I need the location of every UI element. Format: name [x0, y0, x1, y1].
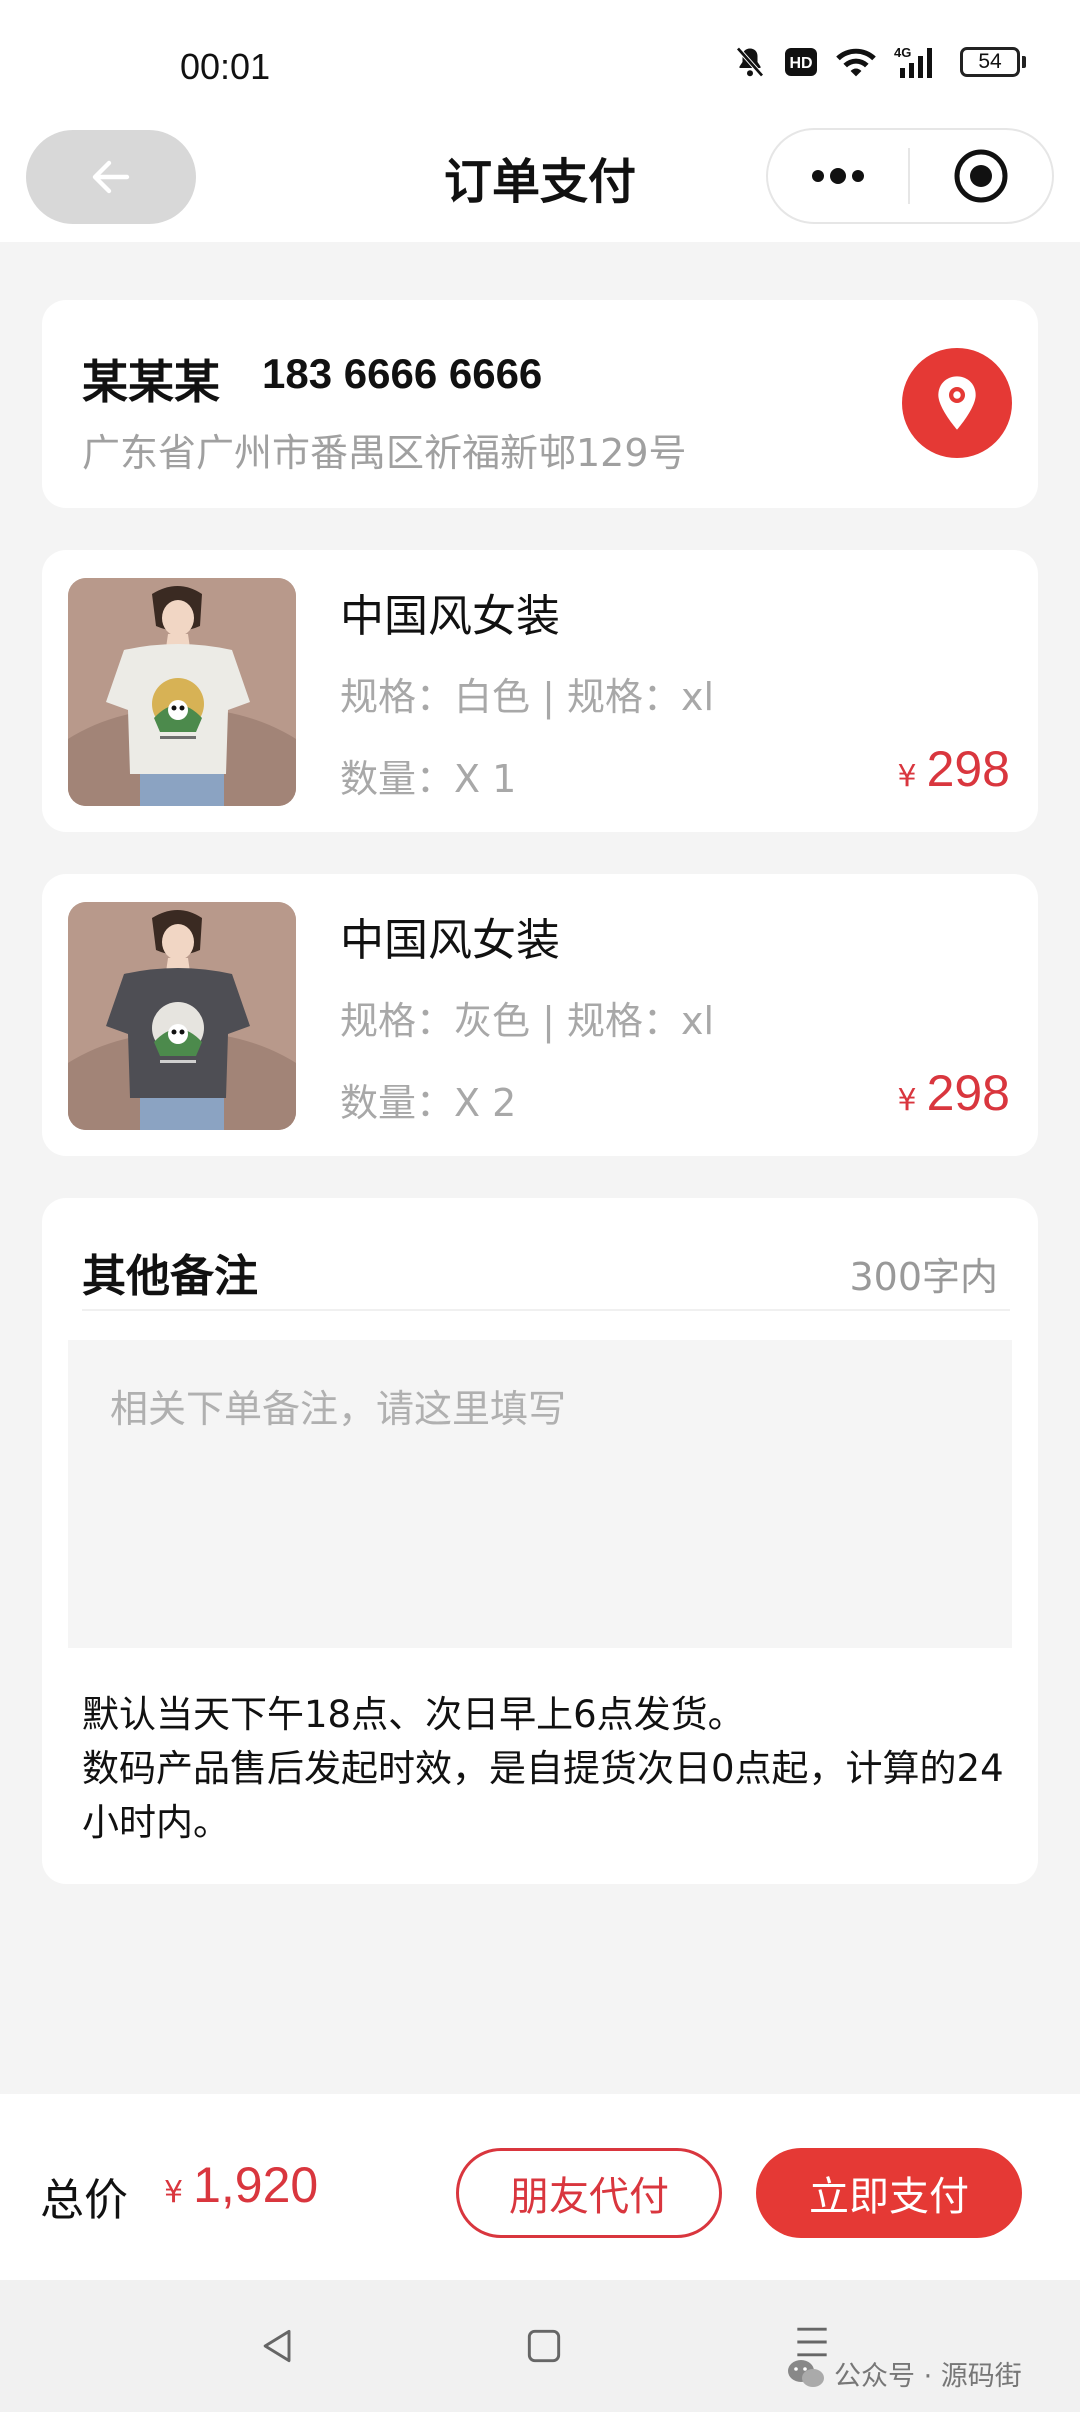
pay-now-button[interactable]: 立即支付 [756, 2148, 1022, 2238]
currency-symbol: ¥ [897, 1083, 917, 1118]
battery-tip [1022, 56, 1026, 68]
total-label: 总价 [40, 2175, 128, 2226]
product-quantity: 数量：X 1 [340, 757, 517, 801]
more-button[interactable] [768, 130, 908, 222]
target-circle-icon [954, 149, 1008, 203]
product-price: ¥ 298 [897, 740, 1010, 798]
remark-input[interactable] [68, 1340, 1012, 1648]
shipping-notice: 默认当天下午18点、次日早上6点发货。 数码产品售后发起时效，是自提货次日0点起… [82, 1688, 1012, 1850]
address-detail: 广东省广州市番禺区祈福新邨129号 [82, 431, 687, 475]
product-image [68, 902, 296, 1130]
status-bar: 00:01 HD 4G 54 [0, 0, 1080, 120]
product-spec: 规格：白色 | 规格：xl [340, 675, 715, 719]
mute-bell-icon [732, 44, 768, 80]
wifi-icon [834, 44, 878, 80]
more-dots-icon [812, 168, 864, 184]
notice-line: 默认当天下午18点、次日早上6点发货。 [82, 1693, 745, 1736]
price-value: 298 [926, 1065, 1010, 1121]
price-value: 298 [926, 741, 1010, 797]
total-value: 1,920 [193, 2157, 319, 2213]
checkout-bar: 总价 ¥ 1,920 朋友代付 立即支付 [0, 2094, 1080, 2280]
product-image [68, 578, 296, 806]
cellular-signal-icon: 4G [894, 44, 944, 80]
currency-symbol: ¥ [164, 2175, 184, 2210]
recipient-name: 某某某 [82, 355, 220, 409]
navbar: 订单支付 [0, 120, 1080, 242]
product-title: 中国风女装 [340, 591, 560, 642]
product-card[interactable]: 中国风女装 规格：灰色 | 规格：xl 数量：X 2 ¥ 298 [42, 874, 1038, 1156]
remark-char-limit: 300字内 [849, 1255, 998, 1299]
status-time: 00:01 [180, 46, 271, 87]
back-button[interactable] [26, 130, 196, 224]
address-card[interactable]: 某某某 183 6666 6666 广东省广州市番禺区祈福新邨129号 [42, 300, 1038, 508]
back-triangle-icon[interactable] [256, 2324, 300, 2372]
battery-level: 54 [960, 47, 1020, 77]
remark-card: 其他备注 300字内 默认当天下午18点、次日早上6点发货。 数码产品售后发起时… [42, 1198, 1038, 1884]
home-square-icon[interactable] [522, 2324, 566, 2372]
watermark: 公众号 · 源码街 [786, 2354, 1022, 2393]
remark-title: 其他备注 [82, 1251, 258, 1302]
divider [82, 1309, 1010, 1311]
product-card[interactable]: 中国风女装 规格：白色 | 规格：xl 数量：X 1 ¥ 298 [42, 550, 1038, 832]
product-quantity: 数量：X 2 [340, 1081, 517, 1125]
total-price: ¥ 1,920 [164, 2156, 318, 2214]
currency-symbol: ¥ [897, 759, 917, 794]
svg-text:4G: 4G [894, 45, 911, 60]
status-icons: HD 4G 54 [732, 44, 1026, 80]
recipient-phone: 183 6666 6666 [262, 350, 543, 397]
battery-icon: 54 [960, 47, 1026, 77]
location-pin-icon [938, 376, 976, 430]
wechat-icon [788, 2359, 824, 2387]
arrow-left-icon [92, 160, 130, 194]
notice-line: 数码产品售后发起时效，是自提货次日0点起，计算的24小时内。 [82, 1747, 1004, 1844]
select-address-button[interactable] [902, 348, 1012, 458]
watermark-text: 公众号 · 源码街 [834, 2361, 1022, 2392]
svg-text:HD: HD [789, 55, 812, 72]
product-spec: 规格：灰色 | 规格：xl [340, 999, 715, 1043]
product-price: ¥ 298 [897, 1064, 1010, 1122]
close-miniprogram-button[interactable] [910, 130, 1052, 222]
miniprogram-capsule [766, 128, 1054, 224]
friend-pay-button[interactable]: 朋友代付 [456, 2148, 722, 2238]
product-title: 中国风女装 [340, 915, 560, 966]
hd-badge-icon: HD [784, 47, 818, 77]
